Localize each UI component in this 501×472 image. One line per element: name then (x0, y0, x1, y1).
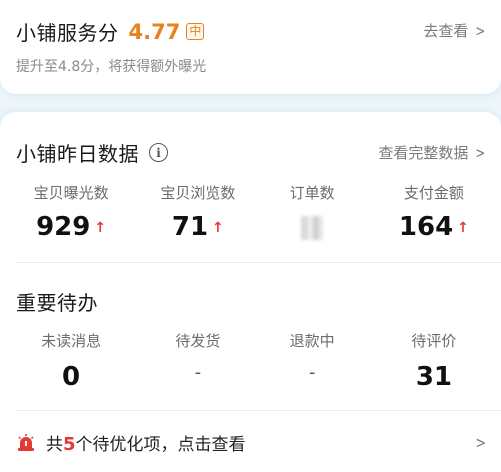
chevron-right-icon: > (474, 433, 486, 452)
metrics-values: 929 ↑ 71 ↑ 164 ↑ (0, 212, 501, 244)
chevron-right-icon: > (475, 21, 486, 40)
optimization-count: 5 (63, 434, 76, 455)
metric-cell[interactable]: 订单数 (257, 182, 366, 203)
metric-label: 宝贝浏览数 (160, 184, 236, 202)
todo-label: 待评价 (411, 332, 457, 350)
view-full-data-label: 查看完整数据 (378, 144, 469, 162)
todo-cell[interactable]: 待评价 (367, 330, 501, 351)
optimization-text: 共5个待优化项，点击查看 (46, 430, 246, 455)
metrics-labels: 宝贝曝光数 宝贝浏览数 订单数 支付金额 (0, 182, 501, 203)
metric-cell[interactable]: 支付金额 (367, 182, 501, 203)
view-service-label: 去查看 (423, 22, 469, 40)
pending-shipment-count: - (194, 362, 202, 383)
service-score-subtitle: 提升至4.8分，将获得额外曝光 (16, 59, 207, 75)
metric-value: 164 (398, 212, 454, 242)
metric-cell[interactable]: 宝贝曝光数 (0, 182, 138, 203)
view-full-data-link[interactable]: 查看完整数据 > (378, 142, 487, 163)
service-score-title: 小铺服务分 (16, 21, 119, 45)
metric-label: 支付金额 (403, 184, 464, 202)
todo-cell[interactable]: 退款中 (257, 330, 366, 351)
todo-values: 0 - - 31 (0, 362, 501, 392)
metric-value: 929 (36, 212, 91, 242)
unread-messages-count: 0 (62, 362, 81, 392)
view-service-link[interactable]: 去查看 > (423, 20, 487, 41)
chevron-right-icon: > (475, 143, 486, 162)
trend-up-icon: ↑ (457, 220, 469, 236)
todo-cell[interactable]: 待发货 (138, 330, 257, 351)
todo-label: 退款中 (289, 332, 335, 350)
view-count: 71 ↑ (172, 212, 224, 242)
exposure-count: 929 ↑ (36, 212, 106, 242)
metric-label: 订单数 (289, 184, 335, 202)
refunding-count: - (308, 362, 316, 383)
alarm-icon (16, 433, 36, 453)
section-divider (16, 410, 501, 411)
service-level-badge: 中 (186, 23, 205, 40)
shop-data-card: 小铺昨日数据 i 查看完整数据 > 宝贝曝光数 宝贝浏览数 订单数 支付金额 9… (0, 112, 501, 472)
order-count-masked (301, 216, 324, 240)
section-divider (16, 262, 501, 263)
promo-suffix: 个待优化项，点击查看 (75, 435, 246, 455)
optimization-banner[interactable]: 共5个待优化项，点击查看 > (16, 430, 487, 455)
todo-cell[interactable]: 未读消息 (0, 330, 138, 351)
metric-label: 宝贝曝光数 (33, 184, 109, 202)
todo-label: 待发货 (175, 332, 221, 350)
yesterday-data-title: 小铺昨日数据 (16, 142, 139, 166)
todo-labels: 未读消息 待发货 退款中 待评价 (0, 330, 501, 351)
service-score-value: 4.77 (128, 19, 181, 44)
pending-review-count: 31 (415, 362, 452, 392)
trend-up-icon: ↑ (94, 220, 107, 236)
service-score-card: 小铺服务分 4.77 中 去查看 > 提升至4.8分，将获得额外曝光 (0, 0, 501, 94)
trend-up-icon: ↑ (212, 220, 224, 236)
info-icon[interactable]: i (149, 143, 168, 162)
todo-label: 未读消息 (41, 332, 102, 350)
promo-prefix: 共 (46, 435, 63, 455)
metric-cell[interactable]: 宝贝浏览数 (138, 182, 257, 203)
metric-value: 71 (171, 212, 209, 242)
payment-amount: 164 ↑ (399, 212, 469, 242)
todo-title: 重要待办 (16, 291, 98, 315)
